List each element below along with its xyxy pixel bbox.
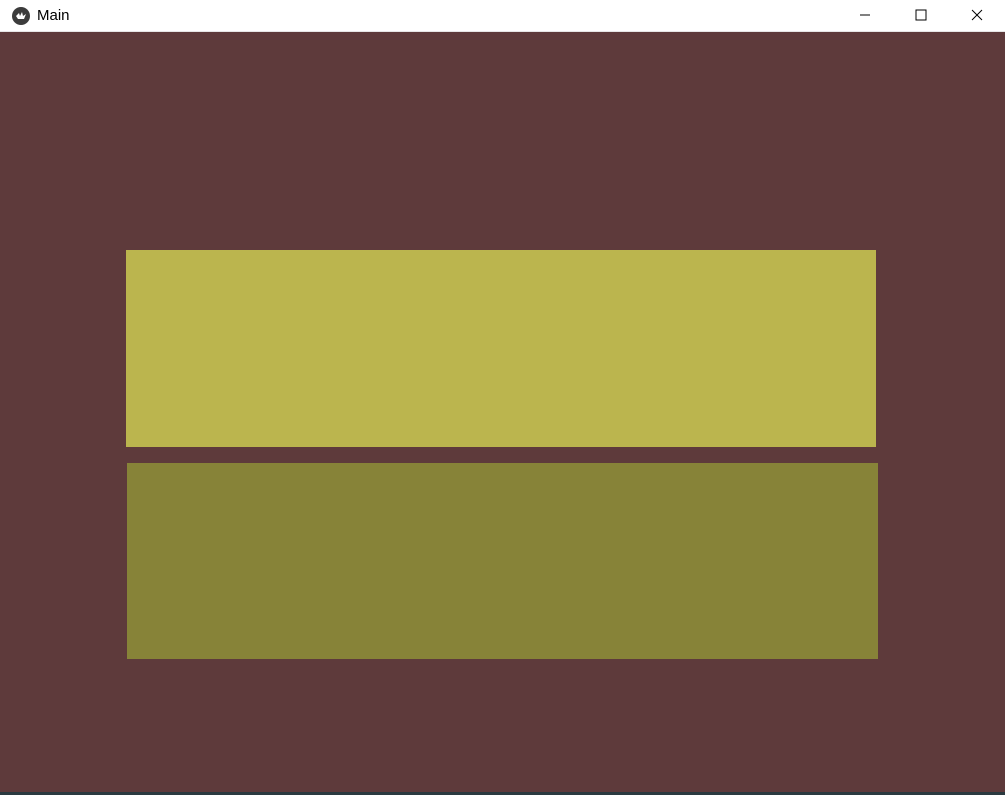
window-controls	[837, 0, 1005, 32]
maximize-icon	[915, 9, 927, 21]
main-content	[0, 33, 1005, 792]
title-bar[interactable]: Main	[0, 0, 1005, 32]
app-window: Main	[0, 0, 1005, 795]
header-label	[434, 139, 574, 153]
close-icon	[971, 9, 983, 21]
minimize-icon	[860, 14, 870, 16]
top-button[interactable]	[126, 250, 876, 447]
minimize-button[interactable]	[837, 0, 893, 30]
close-button[interactable]	[949, 0, 1005, 30]
kivy-logo-icon	[12, 6, 30, 25]
window-title: Main	[37, 6, 70, 24]
maximize-button[interactable]	[893, 0, 949, 30]
bottom-button[interactable]	[127, 463, 878, 659]
